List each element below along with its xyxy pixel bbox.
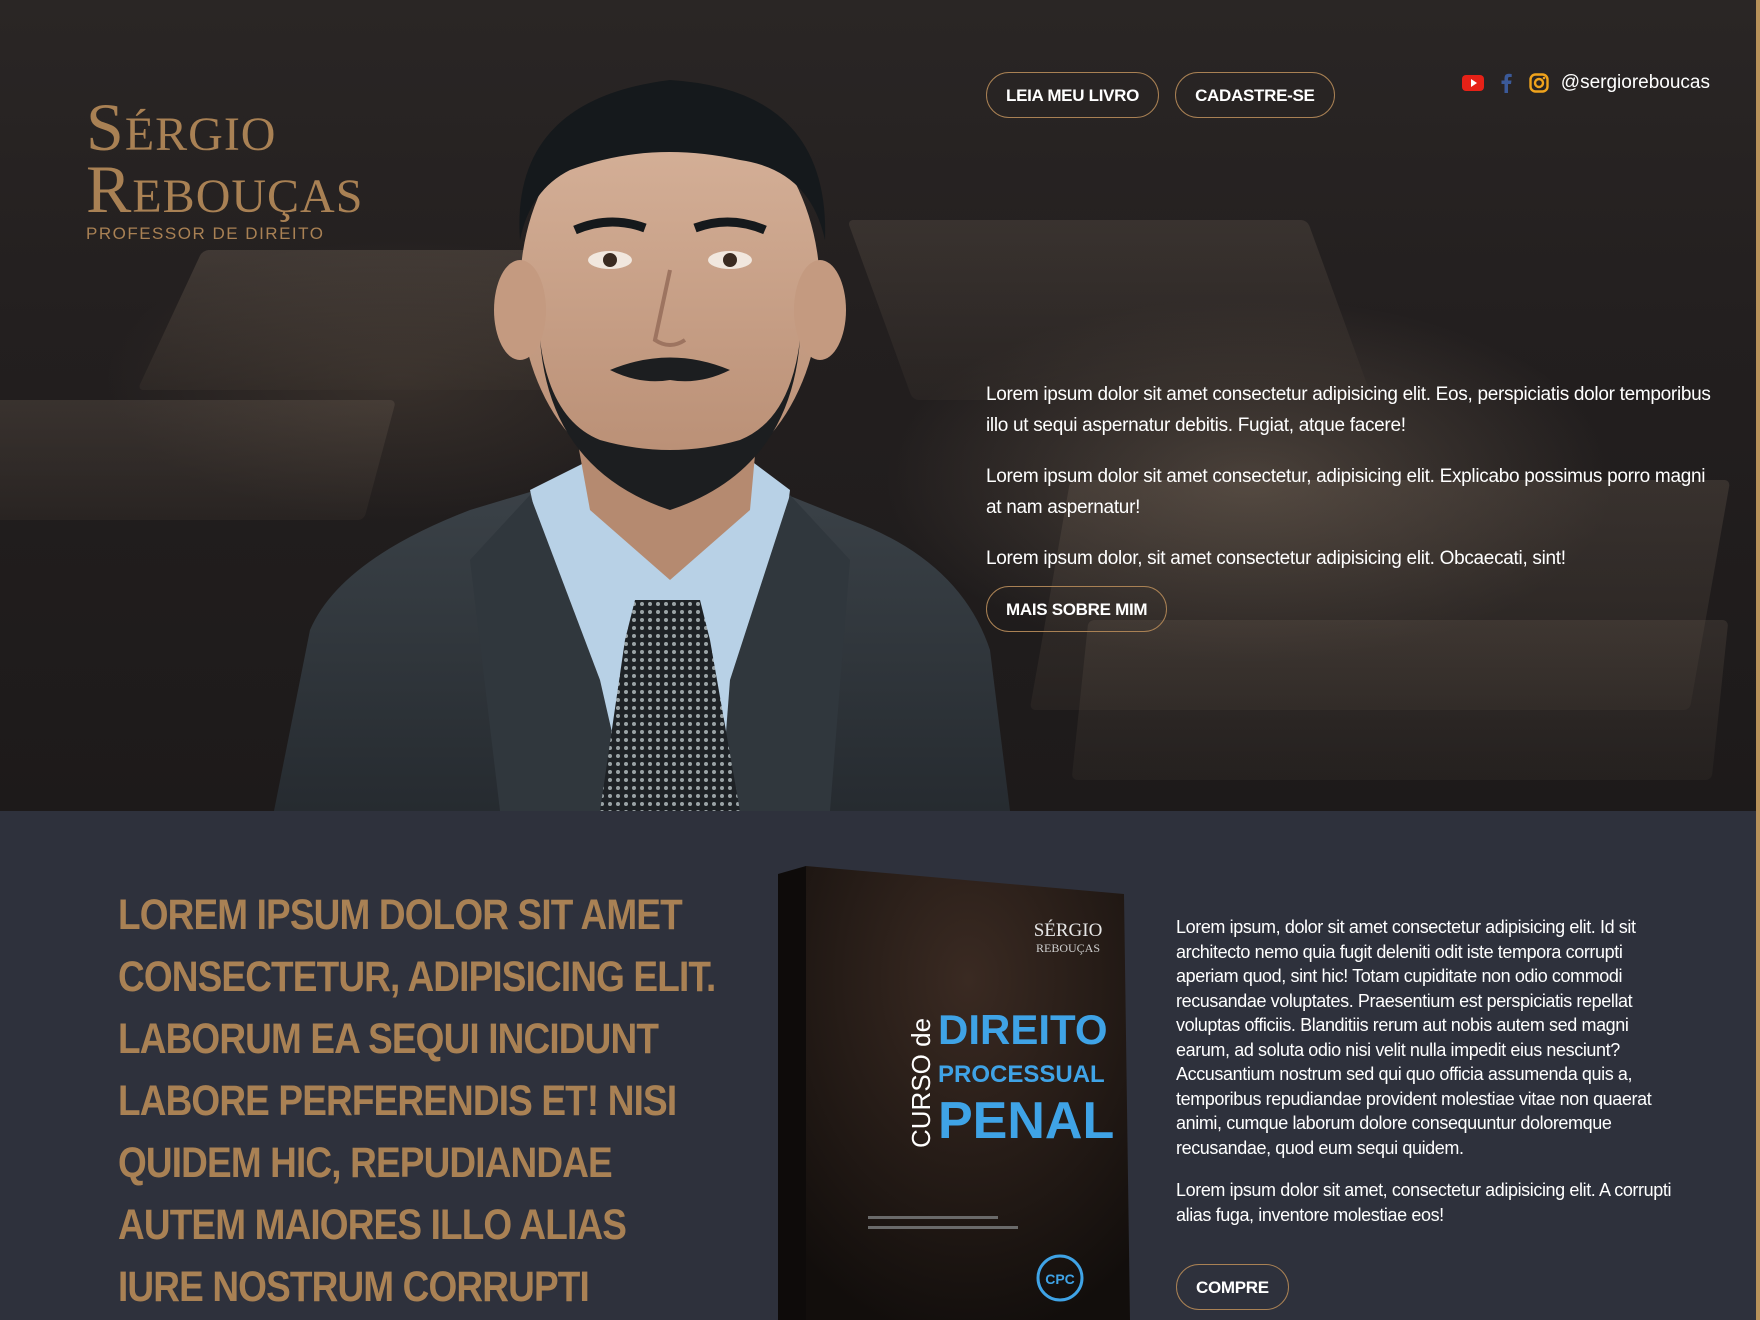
facebook-icon[interactable]	[1495, 72, 1517, 94]
book-title-line2: PROCESSUAL	[938, 1061, 1105, 1088]
book-cover-detail	[868, 1216, 998, 1219]
book-paragraph: Lorem ipsum dolor sit amet, consectetur …	[1176, 1180, 1672, 1225]
book-cover-image[interactable]: SÉRGIO REBOUÇAS CURSO de DIREITO PROCESS…	[778, 866, 1130, 1320]
top-nav: LEIA MEU LIVRO CADASTRE-SE	[986, 72, 1335, 118]
hero-paragraph: Lorem ipsum dolor sit amet consectetur, …	[986, 466, 1706, 518]
book-headline: Lorem ipsum dolor sit amet consectetur, …	[118, 891, 716, 1311]
book-title-line3: PENAL	[938, 1092, 1114, 1150]
book-title-line1: DIREITO	[938, 1006, 1108, 1053]
youtube-icon[interactable]	[1461, 72, 1484, 94]
read-book-button[interactable]: LEIA MEU LIVRO	[986, 72, 1160, 118]
hero-paragraph: Lorem ipsum dolor, sit amet consectetur …	[986, 548, 1566, 569]
hero-text: Lorem ipsum dolor sit amet consectetur a…	[986, 379, 1716, 594]
hero-paragraph: Lorem ipsum dolor sit amet consectetur a…	[986, 384, 1711, 436]
hero-section: Sérgio Rebouças PROFESSOR DE DIREITO LEI…	[0, 0, 1756, 811]
book-author-line1: SÉRGIO	[1034, 919, 1103, 941]
book-paragraph: Lorem ipsum, dolor sit amet consectetur …	[1176, 917, 1652, 1158]
book-description: Lorem ipsum, dolor sit amet consectetur …	[1176, 915, 1681, 1245]
signup-button[interactable]: CADASTRE-SE	[1175, 72, 1335, 118]
book-author-line2: REBOUÇAS	[1036, 941, 1100, 955]
social-handle[interactable]: @sergioreboucas	[1561, 72, 1710, 94]
instagram-icon[interactable]	[1528, 72, 1550, 94]
book-curso-text: CURSO de	[906, 1018, 936, 1148]
background-book	[1071, 620, 1729, 780]
book-cover-detail	[868, 1226, 1018, 1229]
book-cpc-label: CPC	[1045, 1271, 1075, 1287]
about-me-button[interactable]: MAIS SOBRE MIM	[986, 586, 1168, 632]
social-links: @sergioreboucas	[1461, 72, 1710, 94]
scrollbar[interactable]	[1756, 0, 1760, 1320]
buy-button[interactable]: COMPRE	[1176, 1264, 1289, 1310]
